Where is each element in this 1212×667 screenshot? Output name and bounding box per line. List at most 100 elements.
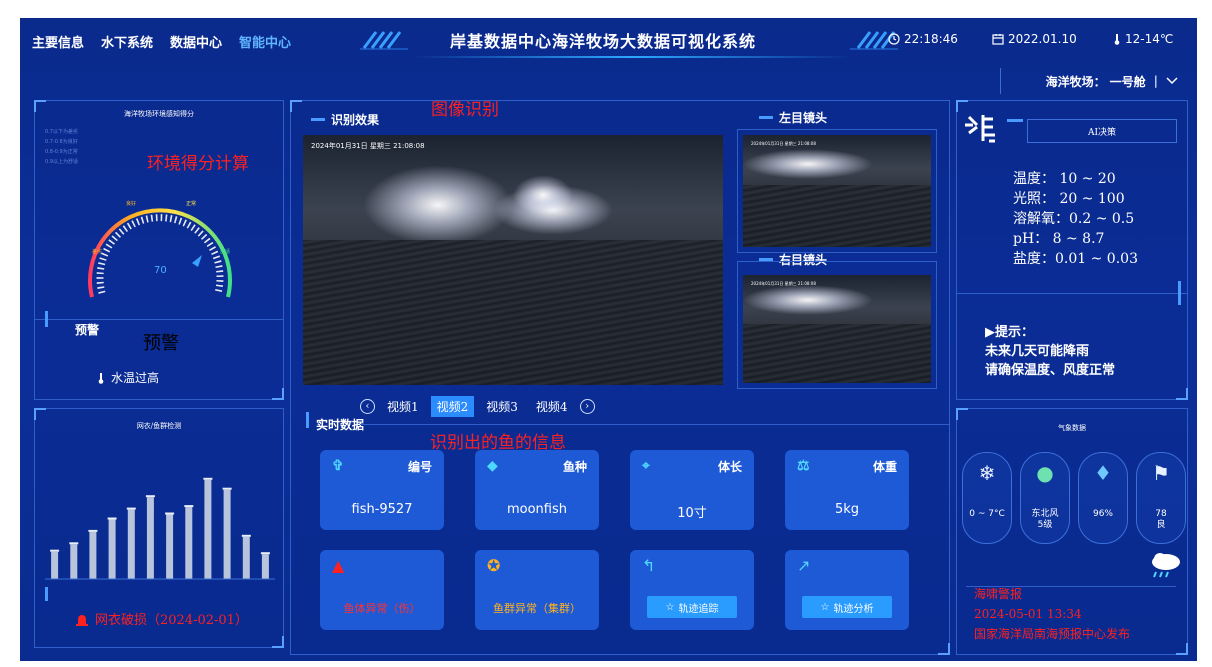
chevron-right-icon[interactable]: ›	[579, 399, 595, 414]
track-follow-button[interactable]: ☆ 轨迹追踪	[647, 596, 737, 618]
gauge-ticks	[96, 214, 224, 294]
title-underline	[412, 56, 852, 58]
bar-7	[166, 514, 174, 579]
bar-cap-6	[145, 495, 155, 498]
bar-6	[146, 497, 154, 579]
date-text: 2022.01.10	[1008, 32, 1077, 46]
water-drop-icon: ♦	[1094, 461, 1112, 485]
tab-video-2[interactable]: 视频2	[430, 396, 475, 417]
thermometer-snow-icon: ❄	[978, 461, 996, 485]
wind-icon: ●	[1036, 461, 1054, 485]
bar-2	[70, 544, 78, 579]
ranch-selector[interactable]: 海洋牧场： 一号舱 |	[1000, 68, 1188, 94]
temperature-text: 12-14℃	[1125, 32, 1174, 46]
card-label: 体长	[717, 460, 742, 474]
fish-abnormal-text: 鱼体异常（伤）	[343, 602, 421, 615]
legend-item: 0.7以下为差劣	[45, 129, 78, 135]
net-alert-text: 网衣破损（2024-02-01）	[95, 613, 248, 628]
tip-title: 提示：	[995, 325, 1035, 340]
fish-id-card: ✞ 编号 fish-9527	[320, 450, 444, 530]
tsunami-alert: 海啸警报 2024-05-01 13:34 国家海洋局南海预报中心发布	[974, 584, 1130, 644]
chart-line-icon: ↗	[797, 556, 811, 575]
section-marker	[45, 311, 48, 327]
tab-video-3[interactable]: 视频3	[480, 396, 524, 417]
gauge-value: 70	[154, 265, 167, 276]
section-marker	[1178, 281, 1181, 305]
section-marker	[306, 412, 309, 428]
warn-title: 预警	[75, 323, 100, 337]
school-abnormal-text: 鱼群异常（集群）	[493, 602, 581, 615]
env-score-panel: 海洋牧场环境感知得分 0.7以下为差劣 0.7-0.8为良好 0.8-0.9为正…	[34, 100, 284, 400]
chevron-left-icon[interactable]: ‹	[360, 399, 375, 414]
alarm-icon	[76, 614, 88, 626]
school-abnormal-card: ✪ 鱼群异常（集群）	[475, 550, 599, 630]
tsunami-alert-time: 2024-05-01 13:34	[974, 607, 1082, 621]
left-camera-title-text: 左目镜头	[779, 111, 828, 125]
main-video-feed[interactable]: 2024年01月31日 星期三 21:08:08	[303, 135, 723, 385]
weather-title: 气象数据	[1058, 424, 1086, 432]
env-score-title: 海洋牧场环境感知得分	[124, 110, 194, 118]
weather-humidity-text: 96%	[1092, 509, 1113, 519]
track-analysis-button[interactable]: ☆ 轨迹分析	[802, 596, 892, 618]
gauge-tick-label: 正常	[186, 200, 196, 207]
param-salinity: 盐度：0.01 ~ 0.03	[1013, 251, 1138, 267]
scale-icon: ⚖	[797, 458, 810, 474]
ai-params: 温度： 10 ~ 20 光照： 20 ~ 100 溶解氧：0.2 ~ 0.5 p…	[1013, 169, 1138, 269]
card-label: 鱼种	[562, 460, 587, 474]
fish-weight-card: ⚖ 体重 5kg	[785, 450, 909, 530]
air-quality-icon: ⚑	[1152, 461, 1170, 485]
section-marker	[1007, 119, 1023, 122]
param-ph: pH： 8 ~ 8.7	[1013, 231, 1105, 247]
fish-weight-value: 5kg	[834, 502, 860, 517]
tab-video-4[interactable]: 视频4	[530, 396, 574, 417]
warn-annotation: 预警	[143, 333, 179, 354]
weather-humidity: ♦ 96%	[1078, 452, 1128, 544]
gauge-tick-label: 差劣	[92, 248, 102, 255]
fish-length-card: ⌖ 体长 10寸	[630, 450, 754, 530]
gauge-tick-label: 良好	[126, 200, 136, 207]
ai-logo-icon	[965, 115, 995, 143]
clock-readout: 22:18:46	[888, 32, 958, 46]
megaphone-icon: ▶	[985, 325, 995, 340]
net-bar-chart	[45, 477, 275, 580]
nav-item-main-info[interactable]: 主要信息	[32, 32, 84, 51]
ranch-label: 海洋牧场：	[1045, 74, 1106, 89]
bar-cap-9	[203, 477, 213, 480]
chevron-down-icon[interactable]	[1166, 77, 1178, 85]
thermometer-icon	[98, 372, 104, 384]
fish-tag-icon: ◆	[487, 458, 498, 474]
thermometer-icon	[1114, 34, 1120, 45]
divider	[35, 319, 283, 320]
tip-line: 请确保温度、风度正常	[985, 363, 1116, 378]
nav-item-data-center[interactable]: 数据中心	[170, 32, 222, 51]
bar-cap-7	[165, 512, 175, 515]
left-camera-frame	[737, 129, 937, 253]
warn-text: 水温过高	[111, 371, 160, 385]
recognition-title-text: 识别效果	[331, 113, 380, 127]
rain-cloud-icon	[1152, 553, 1180, 578]
ranch-value: 一号舱	[1109, 74, 1146, 89]
divider	[957, 293, 1187, 294]
header-slash-decoration-left	[360, 31, 408, 50]
bar-cap-10	[222, 487, 232, 490]
nav-item-underwater[interactable]: 水下系统	[101, 32, 153, 51]
legend-item: 0.8-0.9为正常	[45, 149, 78, 155]
ruler-icon: ⌖	[642, 458, 650, 474]
realtime-title-text: 实时数据	[316, 418, 365, 432]
bar-5	[127, 509, 135, 579]
tab-video-1[interactable]: 视频1	[381, 396, 425, 417]
bar-1	[51, 551, 59, 579]
bar-3	[89, 531, 97, 579]
param-temperature: 温度： 10 ~ 20	[1013, 171, 1116, 187]
param-oxygen: 溶解氧：0.2 ~ 0.5	[1013, 211, 1135, 227]
left-camera-title: 左目镜头	[759, 109, 827, 126]
tag-icon: ✞	[332, 458, 344, 474]
realtime-title: 实时数据	[316, 416, 364, 433]
legend-item: 0.7-0.8为良好	[45, 139, 78, 145]
bar-9	[204, 479, 212, 579]
weather-air-quality: ⚑ 78 良	[1136, 452, 1186, 544]
fish-length-value: 10寸	[677, 506, 707, 521]
param-light: 光照： 20 ~ 100	[1013, 191, 1125, 207]
route-icon: ↰	[642, 556, 656, 575]
nav-item-smart-center[interactable]: 智能中心	[239, 32, 291, 51]
